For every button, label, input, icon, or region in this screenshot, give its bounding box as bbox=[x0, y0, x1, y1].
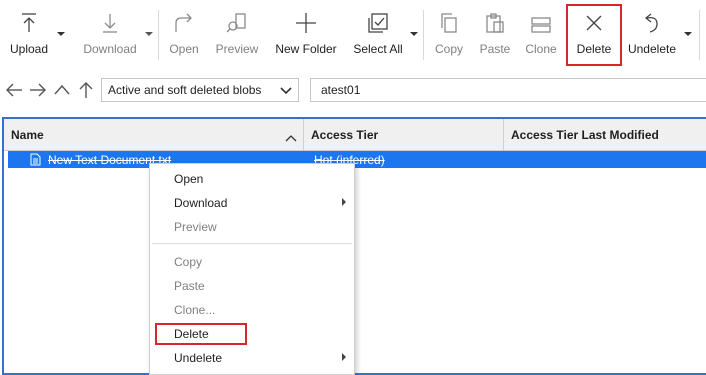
toolbar-separator bbox=[158, 10, 159, 60]
context-menu: Open Download Preview Copy Paste Clone..… bbox=[149, 163, 355, 375]
copy-icon bbox=[438, 8, 460, 38]
table-row[interactable]: New Text Document.txt Hot (inferred) bbox=[8, 151, 706, 168]
up-arrow-icon[interactable] bbox=[76, 80, 96, 100]
open-external-icon bbox=[173, 8, 195, 38]
upload-icon bbox=[19, 8, 39, 38]
column-header-name[interactable]: Name bbox=[4, 119, 304, 151]
column-header-access-tier[interactable]: Access Tier bbox=[304, 119, 504, 151]
upload-button[interactable]: Upload bbox=[8, 8, 50, 64]
select-all-dropdown-caret[interactable] bbox=[410, 32, 418, 36]
sort-ascending-icon bbox=[285, 131, 297, 145]
menu-item-open[interactable]: Open bbox=[174, 172, 203, 186]
toolbar: Upload Download Open Preview New Folder … bbox=[0, 0, 706, 70]
delete-highlight-box bbox=[566, 4, 622, 66]
paste-icon bbox=[484, 8, 506, 38]
back-arrow-icon[interactable] bbox=[4, 80, 24, 100]
download-button[interactable]: Download bbox=[80, 8, 140, 64]
submenu-arrow-icon bbox=[342, 353, 346, 361]
menu-item-paste[interactable]: Paste bbox=[174, 279, 205, 293]
path-input[interactable]: atest01 bbox=[310, 78, 706, 102]
undelete-dropdown-caret[interactable] bbox=[684, 32, 692, 36]
chevron-down-icon bbox=[280, 85, 292, 99]
menu-item-undelete[interactable]: Undelete bbox=[174, 351, 222, 365]
preview-icon bbox=[226, 8, 248, 38]
undo-icon bbox=[641, 8, 663, 38]
preview-button[interactable]: Preview bbox=[214, 8, 260, 64]
menu-item-copy[interactable]: Copy bbox=[174, 255, 202, 269]
chevron-up-icon[interactable] bbox=[52, 80, 72, 100]
clone-icon bbox=[530, 8, 552, 38]
undelete-button[interactable]: Undelete bbox=[626, 8, 678, 64]
toolbar-separator bbox=[699, 10, 700, 60]
download-icon bbox=[100, 8, 120, 38]
open-button[interactable]: Open bbox=[166, 8, 202, 64]
submenu-arrow-icon bbox=[342, 198, 346, 206]
delete-menu-highlight-box bbox=[155, 323, 247, 345]
upload-dropdown-caret[interactable] bbox=[57, 32, 65, 36]
new-folder-button[interactable]: New Folder bbox=[274, 8, 338, 64]
menu-item-clone[interactable]: Clone... bbox=[174, 303, 215, 317]
select-all-button[interactable]: Select All bbox=[352, 8, 404, 64]
column-header-access-tier-last-modified[interactable]: Access Tier Last Modified bbox=[504, 119, 706, 151]
menu-item-download[interactable]: Download bbox=[174, 196, 227, 210]
view-filter-dropdown[interactable]: Active and soft deleted blobs bbox=[101, 78, 299, 102]
forward-arrow-icon[interactable] bbox=[28, 80, 48, 100]
menu-item-preview[interactable]: Preview bbox=[174, 220, 217, 234]
copy-button[interactable]: Copy bbox=[432, 8, 466, 64]
menu-separator bbox=[152, 243, 352, 244]
toolbar-separator bbox=[423, 10, 424, 60]
plus-icon bbox=[295, 8, 317, 38]
text-file-icon bbox=[30, 153, 41, 169]
clone-button[interactable]: Clone bbox=[524, 8, 558, 64]
select-all-icon bbox=[367, 8, 389, 38]
download-dropdown-caret[interactable] bbox=[145, 32, 153, 36]
paste-button[interactable]: Paste bbox=[478, 8, 512, 64]
